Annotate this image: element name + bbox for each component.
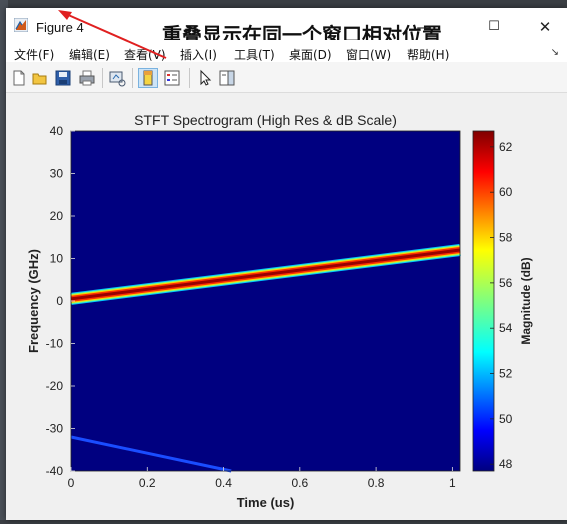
minimize-button[interactable]: — — [404, 16, 444, 38]
colorbar-tick-label: 56 — [499, 276, 513, 290]
y-tick-label: 30 — [50, 167, 64, 181]
matlab-logo-icon — [14, 18, 28, 32]
colorbar-tick-label: 52 — [499, 367, 513, 381]
spectrogram-background — [71, 131, 460, 471]
toolbar — [6, 62, 567, 93]
property-editor-icon[interactable] — [218, 69, 236, 87]
y-tick-label: 20 — [50, 209, 64, 223]
figure-canvas[interactable]: STFT Spectrogram (High Res & dB Scale) 40… — [6, 93, 567, 520]
y-tick-label: -30 — [46, 422, 64, 436]
print-icon[interactable] — [78, 69, 96, 87]
colorbar-toggle-icon — [143, 70, 153, 86]
close-button[interactable]: ✕ — [525, 16, 565, 38]
x-axis-label: Time (us) — [237, 495, 295, 510]
figure-window: Figure 4 重叠显示在同一个窗口相对位置 — ☐ ✕ 文件(F) 编辑(E… — [6, 8, 567, 520]
menu-bar: 文件(F) 编辑(E) 查看(V) 插入(I) 工具(T) 桌面(D) 窗口(W… — [6, 40, 567, 62]
menu-insert[interactable]: 插入(I) — [180, 46, 217, 63]
y-axis-label: Frequency (GHz) — [26, 249, 41, 353]
maximize-button[interactable]: ☐ — [474, 16, 514, 38]
x-tick-label: 0.4 — [215, 476, 232, 490]
x-tick-label: 1 — [449, 476, 456, 490]
colorbar-tick-label: 60 — [499, 185, 513, 199]
title-bar[interactable]: Figure 4 重叠显示在同一个窗口相对位置 — ☐ ✕ — [6, 8, 567, 47]
x-tick-label: 0 — [68, 476, 75, 490]
toolbar-separator — [189, 68, 190, 88]
menu-overflow-icon[interactable]: ↘ — [551, 47, 559, 58]
x-tick-label: 0.2 — [139, 476, 156, 490]
save-icon[interactable] — [54, 69, 72, 87]
open-file-icon[interactable] — [31, 69, 49, 87]
y-tick-label: -20 — [46, 379, 64, 393]
x-tick-label: 0.6 — [291, 476, 308, 490]
menu-window[interactable]: 窗口(W) — [346, 46, 391, 63]
spectrogram-figure: STFT Spectrogram (High Res & dB Scale) 40… — [26, 112, 533, 510]
y-tick-label: -40 — [46, 464, 64, 478]
menu-view[interactable]: 查看(V) — [124, 46, 166, 63]
colorbar-tick-label: 48 — [499, 457, 513, 471]
y-tick-label: 40 — [50, 124, 64, 138]
new-figure-icon[interactable] — [10, 69, 28, 87]
colorbar-label: Magnitude (dB) — [519, 257, 533, 344]
menu-edit[interactable]: 编辑(E) — [69, 46, 110, 63]
menu-desktop[interactable]: 桌面(D) — [289, 46, 332, 63]
x-tick-label: 0.8 — [368, 476, 385, 490]
colorbar-tick-label: 62 — [499, 140, 513, 154]
y-tick-label: -10 — [46, 337, 64, 351]
link-plot-icon[interactable] — [108, 69, 126, 87]
colorbar-toggle-button[interactable] — [138, 68, 158, 88]
y-tick-label: 0 — [56, 294, 63, 308]
colorbar-tick-label: 58 — [499, 231, 513, 245]
menu-tools[interactable]: 工具(T) — [234, 46, 275, 63]
chart-title: STFT Spectrogram (High Res & dB Scale) — [134, 112, 397, 128]
window-title: Figure 4 — [36, 20, 84, 35]
pointer-icon[interactable] — [196, 69, 214, 87]
toolbar-separator — [102, 68, 103, 88]
toolbar-separator — [132, 68, 133, 88]
legend-toggle-icon[interactable] — [163, 69, 181, 87]
menu-file[interactable]: 文件(F) — [14, 46, 54, 63]
y-tick-label: 10 — [50, 252, 64, 266]
colorbar-tick-label: 54 — [499, 321, 513, 335]
menu-help[interactable]: 帮助(H) — [407, 46, 449, 63]
colorbar-tick-label: 50 — [499, 412, 513, 426]
colorbar — [472, 130, 495, 472]
